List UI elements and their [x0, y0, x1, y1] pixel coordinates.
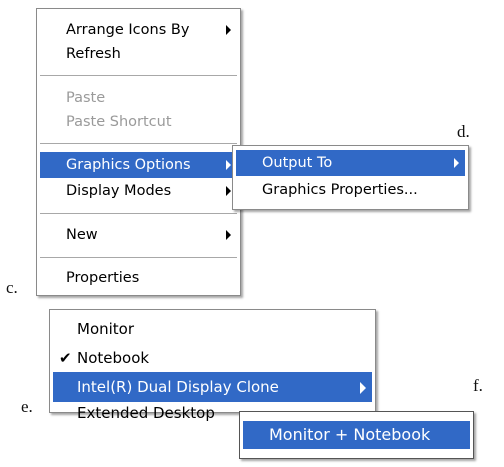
menu-separator	[40, 257, 237, 258]
menu-item-label: Intel(R) Dual Display Clone	[77, 378, 279, 396]
menu-item-monitor[interactable]: Monitor	[53, 314, 372, 344]
caption-c: c.	[6, 278, 18, 297]
output-to-menu: Monitor ✔ Notebook Intel(R) Dual Display…	[49, 309, 376, 422]
submenu-arrow-icon	[226, 230, 231, 240]
menu-item-monitor-notebook[interactable]: Monitor + Notebook	[243, 421, 470, 449]
menu-item-graphics-options[interactable]: Graphics Options	[40, 152, 237, 178]
menu-item-label: Monitor	[77, 320, 135, 338]
menu-separator	[40, 213, 237, 214]
menu-separator	[40, 75, 237, 76]
caption-d: d.	[457, 122, 470, 141]
menu-item-dual-display-clone[interactable]: Intel(R) Dual Display Clone	[53, 372, 372, 402]
menu-item-label: New	[66, 227, 98, 243]
menu-item-label: Extended Desktop	[77, 404, 215, 422]
menu-item-label: Monitor + Notebook	[269, 425, 431, 444]
checkmark-icon: ✔	[59, 349, 72, 367]
menu-item-label: Output To	[262, 155, 333, 171]
menu-item-new[interactable]: New	[40, 222, 237, 248]
menu-separator	[40, 143, 237, 144]
caption-e: e.	[21, 397, 33, 416]
caption-f: f.	[473, 376, 483, 395]
menu-item-label: Graphics Options	[66, 157, 191, 173]
menu-item-display-modes[interactable]: Display Modes	[40, 178, 237, 204]
menu-item-label: Refresh	[66, 46, 121, 62]
menu-item-output-to[interactable]: Output To	[236, 150, 465, 176]
submenu-arrow-icon	[226, 25, 231, 35]
menu-item-graphics-properties[interactable]: Graphics Properties...	[236, 177, 465, 203]
menu-item-label: Paste	[66, 90, 106, 106]
menu-item-paste[interactable]: Paste	[40, 85, 237, 111]
submenu-arrow-icon	[360, 382, 366, 394]
submenu-arrow-icon	[454, 158, 459, 168]
menu-item-label: Properties	[66, 270, 140, 286]
menu-item-label: Arrange Icons By	[66, 22, 190, 38]
menu-item-paste-shortcut[interactable]: Paste Shortcut	[40, 109, 237, 135]
menu-item-properties[interactable]: Properties	[40, 265, 237, 291]
graphics-options-submenu: Output To Graphics Properties...	[232, 145, 469, 210]
submenu-arrow-icon	[226, 186, 231, 196]
dual-display-clone-submenu: Monitor + Notebook	[239, 411, 474, 459]
menu-item-label: Paste Shortcut	[66, 114, 172, 130]
menu-item-label: Notebook	[77, 349, 150, 367]
menu-item-arrange-icons-by[interactable]: Arrange Icons By	[40, 17, 237, 43]
desktop-context-menu: Arrange Icons By Refresh Paste Paste Sho…	[36, 8, 241, 296]
menu-item-notebook[interactable]: ✔ Notebook	[53, 343, 372, 373]
menu-item-label: Graphics Properties...	[262, 182, 418, 198]
menu-item-label: Display Modes	[66, 183, 172, 199]
submenu-arrow-icon	[226, 160, 231, 170]
menu-item-refresh[interactable]: Refresh	[40, 41, 237, 67]
